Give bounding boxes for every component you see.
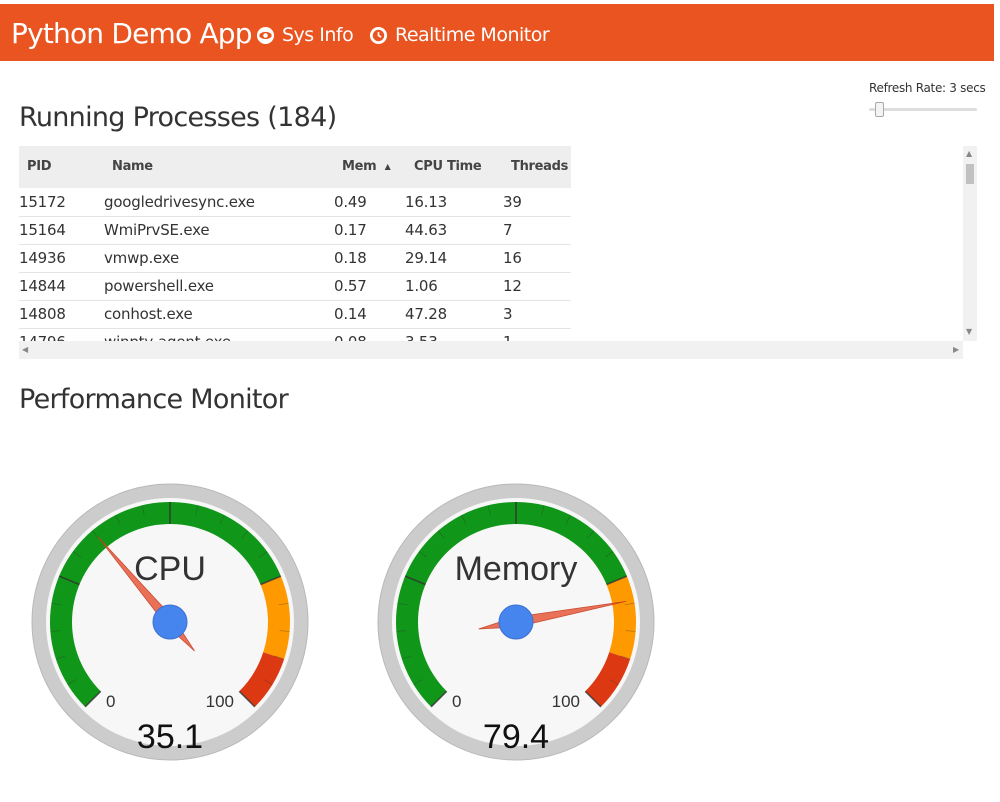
cell-pid: 15164 (19, 221, 66, 239)
brand-title[interactable]: Python Demo App (11, 16, 253, 52)
column-header-mem[interactable]: Mem ▲ (342, 146, 391, 188)
cell-name: powershell.exe (104, 277, 214, 295)
scroll-up-arrow-icon[interactable]: ▲ (966, 149, 972, 159)
gauge-label: Memory (455, 550, 578, 588)
process-table: PID Name Mem ▲ CPU Time Threads 15172 goo… (19, 146, 963, 341)
scroll-right-arrow-icon[interactable]: ▶ (953, 345, 959, 355)
cell-mem: 0.08 (334, 328, 367, 341)
nav-realtime-monitor[interactable]: Realtime Monitor (369, 21, 550, 49)
cell-cpu-time: 29.14 (405, 249, 447, 267)
scroll-left-arrow-icon[interactable]: ◀ (22, 345, 28, 355)
scroll-down-arrow-icon[interactable]: ▼ (966, 327, 972, 337)
cell-cpu-time: 1.06 (405, 277, 438, 295)
refresh-rate-label: Refresh Rate: 3 secs (869, 81, 986, 95)
cell-cpu-time: 44.63 (405, 221, 447, 239)
cell-name: winpty-agent.exe (104, 328, 231, 341)
column-header-threads[interactable]: Threads (511, 146, 568, 188)
cell-pid: 15172 (19, 193, 66, 211)
cell-pid: 14796 (19, 328, 66, 341)
table-row[interactable]: 15164 WmiPrvSE.exe 0.17 44.63 7 (19, 216, 571, 245)
clock-icon (369, 26, 388, 45)
column-header-pid[interactable]: PID (27, 146, 52, 188)
cell-name: WmiPrvSE.exe (104, 221, 210, 239)
table-row[interactable]: 14844 powershell.exe 0.57 1.06 12 (19, 272, 571, 301)
cell-threads: 7 (503, 221, 513, 239)
cell-cpu-time: 47.28 (405, 305, 447, 323)
cell-pid: 14808 (19, 305, 66, 323)
gauge-hub (152, 604, 188, 640)
cell-pid: 14936 (19, 249, 66, 267)
table-row[interactable]: 14796 winpty-agent.exe 0.08 3.53 1 (19, 328, 571, 341)
gauge-min-label: 0 (452, 692, 461, 711)
gauge-min-label: 0 (106, 692, 115, 711)
cell-name: googledrivesync.exe (104, 193, 255, 211)
table-vertical-scrollbar[interactable]: ▲ ▼ (963, 146, 977, 341)
table-row[interactable]: 14936 vmwp.exe 0.18 29.14 16 (19, 244, 571, 273)
cell-threads: 39 (503, 193, 522, 211)
table-horizontal-scrollbar[interactable]: ◀ ▶ (19, 341, 963, 359)
cell-cpu-time: 3.53 (405, 328, 438, 341)
column-header-cpu-time[interactable]: CPU Time (414, 146, 482, 188)
table-row[interactable]: 14808 conhost.exe 0.14 47.28 3 (19, 300, 571, 329)
processes-title: Running Processes (184) (19, 102, 337, 133)
refresh-rate-slider-handle[interactable] (875, 102, 884, 117)
nav-realtime-monitor-label: Realtime Monitor (395, 24, 550, 46)
scroll-thumb[interactable] (966, 164, 974, 184)
cell-mem: 0.14 (334, 305, 367, 323)
refresh-rate-slider[interactable] (869, 108, 977, 111)
cell-threads: 3 (503, 305, 513, 323)
sort-asc-icon: ▲ (384, 162, 391, 171)
memory-gauge: Memory 0 100 79.4 (376, 442, 656, 802)
cell-threads: 16 (503, 249, 522, 267)
eye-icon (256, 26, 275, 45)
nav-sys-info-label: Sys Info (282, 24, 354, 46)
column-header-mem-label: Mem (342, 159, 377, 174)
gauge-hub (498, 604, 534, 640)
gauge-label: CPU (134, 550, 206, 588)
cell-mem: 0.49 (334, 193, 367, 211)
cell-name: conhost.exe (104, 305, 193, 323)
cell-threads: 1 (503, 328, 513, 341)
cell-mem: 0.18 (334, 249, 367, 267)
navbar: Python Demo App Sys Info Realtime Monito… (0, 4, 994, 61)
column-header-name[interactable]: Name (112, 146, 153, 188)
cell-name: vmwp.exe (104, 249, 180, 267)
cell-cpu-time: 16.13 (405, 193, 447, 211)
cell-pid: 14844 (19, 277, 66, 295)
cell-mem: 0.57 (334, 277, 367, 295)
nav-sys-info[interactable]: Sys Info (256, 21, 356, 49)
cell-mem: 0.17 (334, 221, 367, 239)
table-row[interactable]: 15172 googledrivesync.exe 0.49 16.13 39 (19, 188, 571, 217)
gauge-value: 79.4 (483, 718, 549, 756)
cell-threads: 12 (503, 277, 522, 295)
cpu-gauge: CPU 0 100 35.1 (30, 442, 310, 802)
table-header: PID Name Mem ▲ CPU Time Threads (19, 146, 571, 188)
gauge-max-label: 100 (552, 692, 580, 711)
gauge-value: 35.1 (137, 718, 203, 756)
gauge-max-label: 100 (206, 692, 234, 711)
performance-title: Performance Monitor (19, 384, 289, 415)
